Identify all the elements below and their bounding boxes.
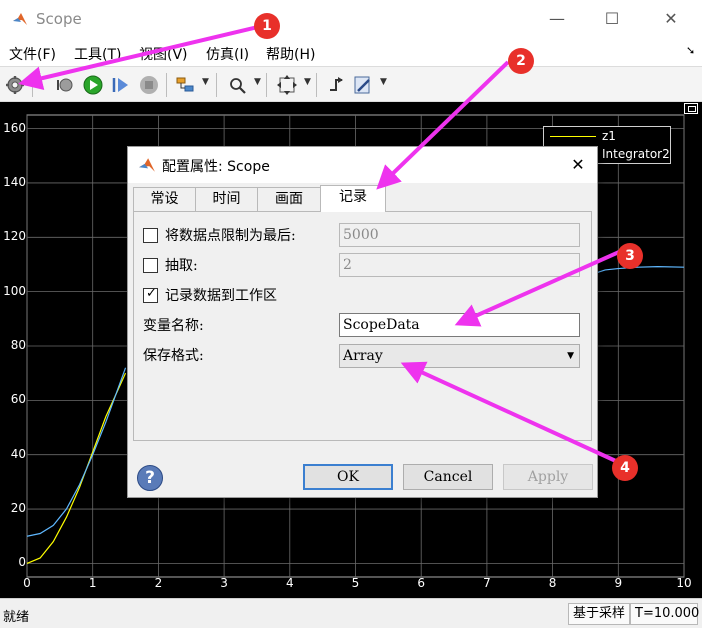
x-tick-label: 1 — [88, 576, 97, 590]
limit-points-checkbox[interactable] — [143, 228, 158, 243]
toolbar-separator — [316, 73, 317, 97]
apply-button[interactable]: Apply — [503, 464, 593, 490]
y-tick-label: 100 — [3, 283, 26, 298]
tab-display[interactable]: 画面 — [257, 187, 321, 211]
annotation-badge-3: 3 — [617, 243, 643, 269]
toolbar-separator — [166, 73, 167, 97]
legend-swatch-z1 — [550, 136, 596, 137]
y-tick-label: 60 — [10, 392, 26, 407]
window-title: Scope — [36, 10, 82, 28]
legend-label-integrator2: Integrator2 — [602, 147, 670, 161]
x-tick-label: 2 — [154, 576, 163, 590]
save-format-value: Array — [343, 348, 383, 364]
toolbar-separator — [266, 73, 267, 97]
step-forward-icon[interactable] — [110, 74, 132, 96]
highlight-icon[interactable] — [174, 74, 196, 96]
dialog-title-bar: 配置属性: Scope ✕ — [128, 147, 597, 183]
tab-logging[interactable]: 记录 — [320, 185, 386, 212]
step-back-icon[interactable] — [54, 74, 76, 96]
dialog-title: 配置属性: Scope — [162, 159, 270, 175]
x-tick-label: 8 — [548, 576, 557, 590]
y-tick-label: 20 — [10, 501, 26, 516]
annotation-badge-1: 1 — [254, 13, 280, 39]
decimation-field[interactable]: 2 — [339, 253, 580, 277]
decimation-label: 抽取: — [165, 258, 198, 274]
legend-label-z1: z1 — [602, 129, 616, 143]
save-format-label: 保存格式: — [143, 348, 204, 364]
fit-to-view-icon[interactable] — [276, 74, 298, 96]
matlab-logo-icon — [139, 158, 155, 172]
tab-time[interactable]: 时间 — [195, 187, 258, 211]
chevron-down-icon[interactable]: ▼ — [254, 77, 261, 87]
title-bar: Scope — ☐ ✕ — [0, 0, 702, 38]
x-tick-label: 4 — [285, 576, 294, 590]
chevron-down-icon[interactable]: ▼ — [304, 77, 311, 87]
toolbar-separator — [216, 73, 217, 97]
triggers-icon[interactable] — [326, 74, 348, 96]
log-to-workspace-label: 记录数据到工作区 — [165, 288, 277, 304]
y-tick-label: 40 — [10, 446, 26, 461]
maximize-button[interactable]: ☐ — [597, 6, 627, 32]
y-tick-label: 140 — [3, 174, 26, 189]
style-icon[interactable] — [352, 74, 374, 96]
annotation-badge-4: 4 — [612, 455, 638, 481]
zoom-icon[interactable] — [226, 74, 248, 96]
series-line-integrator2 — [26, 367, 127, 537]
variable-name-label: 变量名称: — [143, 318, 204, 334]
x-tick-label: 6 — [417, 576, 425, 590]
log-to-workspace-checkbox[interactable]: ✓ — [143, 286, 158, 303]
help-icon[interactable]: ? — [137, 465, 163, 491]
x-tick-label: 0 — [23, 576, 31, 590]
toolbar-separator — [32, 73, 33, 97]
series-line-z1 — [26, 372, 127, 564]
dialog-close-button[interactable]: ✕ — [566, 153, 590, 177]
tab-general[interactable]: 常设 — [133, 187, 196, 211]
toolbar: ▼ ▼ ▼ ▼ — [0, 66, 702, 102]
chevron-down-icon[interactable]: ▼ — [380, 77, 387, 87]
matlab-logo-icon — [13, 13, 27, 25]
status-bar: 就绪 基于采样 T=10.000 — [0, 598, 702, 628]
checkmark-icon: ✓ — [146, 286, 157, 301]
menu-simulation[interactable]: 仿真(I) — [206, 44, 249, 64]
y-tick-label: 160 — [3, 120, 26, 135]
menu-file[interactable]: 文件(F) — [9, 44, 56, 64]
menu-view[interactable]: 视图(V) — [139, 44, 188, 64]
x-tick-label: 9 — [614, 576, 623, 590]
menu-bar: 文件(F) 工具(T) 视图(V) 仿真(I) 帮助(H) — [0, 38, 702, 66]
ok-button[interactable]: OK — [303, 464, 393, 490]
decimation-checkbox[interactable] — [143, 258, 158, 273]
x-tick-label: 3 — [220, 576, 228, 590]
y-tick-label: 0 — [18, 555, 26, 570]
stop-icon[interactable] — [138, 74, 160, 96]
variable-name-input[interactable]: ScopeData — [339, 313, 580, 337]
chevron-down-icon[interactable]: ▼ — [202, 77, 209, 87]
status-time: T=10.000 — [630, 603, 699, 625]
y-tick-label: 120 — [3, 229, 26, 244]
undock-icon[interactable] — [684, 103, 698, 114]
run-icon[interactable] — [82, 74, 104, 96]
menu-help[interactable]: 帮助(H) — [266, 44, 315, 64]
scope-window: Scope — ☐ ✕ 文件(F) 工具(T) 视图(V) 仿真(I) 帮助(H… — [0, 0, 702, 628]
series-line-integrator2-tail — [588, 266, 685, 276]
cancel-button[interactable]: Cancel — [403, 464, 493, 490]
status-ready: 就绪 — [3, 610, 30, 625]
status-mode: 基于采样 — [568, 603, 631, 625]
config-properties-dialog: 配置属性: Scope ✕ 常设 时间 画面 记录 将数据点限制为最后: 500… — [127, 146, 598, 498]
menu-tools[interactable]: 工具(T) — [74, 44, 121, 64]
gear-icon[interactable] — [4, 74, 26, 96]
chevron-down-icon: ▼ — [567, 351, 574, 361]
save-format-select[interactable]: Array ▼ — [339, 344, 580, 368]
x-tick-label: 5 — [351, 576, 360, 590]
limit-points-field[interactable]: 5000 — [339, 223, 580, 247]
annotation-badge-2: 2 — [508, 48, 534, 74]
dock-arrow-icon[interactable]: ➘ — [686, 44, 695, 57]
minimize-button[interactable]: — — [542, 6, 572, 32]
limit-points-label: 将数据点限制为最后: — [165, 228, 296, 244]
x-tick-label: 10 — [676, 576, 692, 590]
close-button[interactable]: ✕ — [656, 6, 686, 32]
x-tick-label: 7 — [483, 576, 491, 590]
y-tick-label: 80 — [10, 338, 26, 352]
